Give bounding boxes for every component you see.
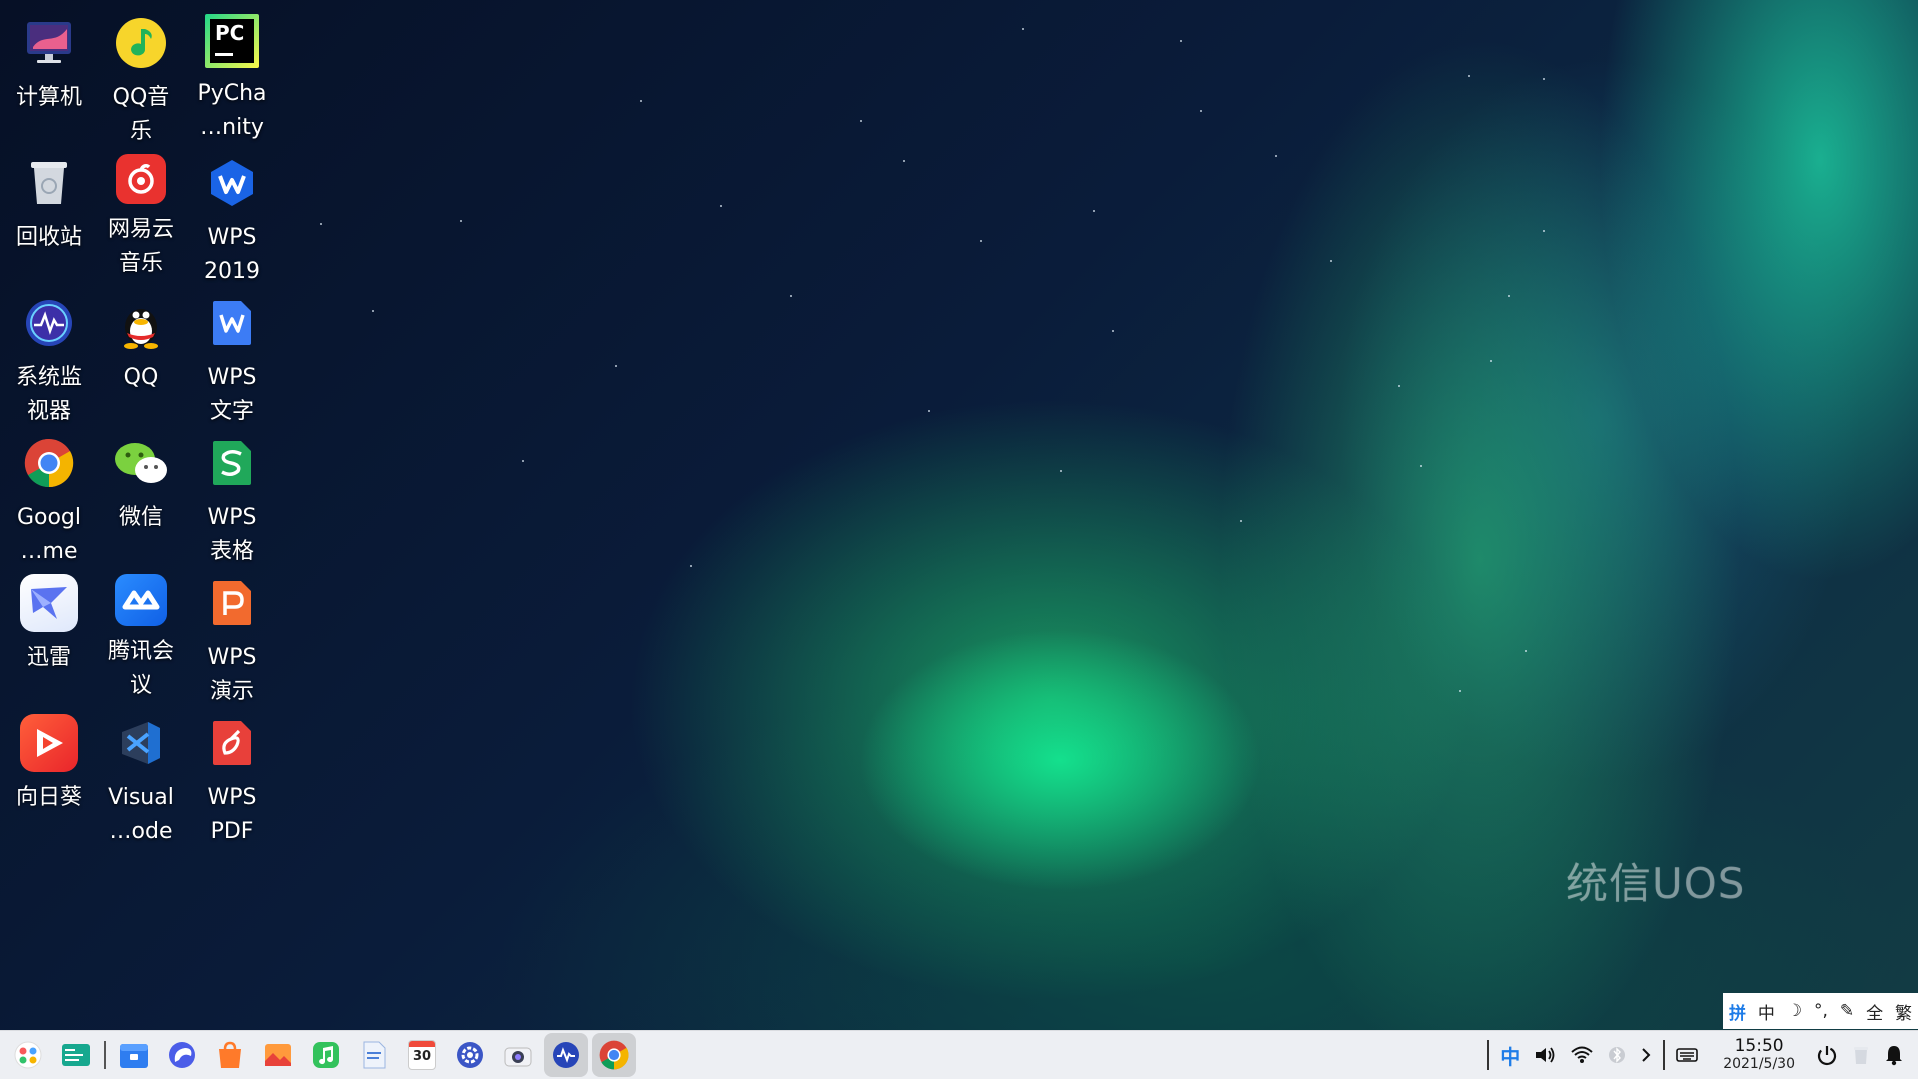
tencent-meeting-icon: [115, 574, 167, 626]
wps-presentation-icon: [203, 574, 261, 632]
desktop-icon-label: WPS 2019: [204, 225, 260, 284]
launcher-icon: [14, 1041, 42, 1069]
wifi-icon[interactable]: [1570, 1033, 1594, 1077]
taskbar: 30 中 15:50 2021/5/30: [0, 1030, 1918, 1079]
desktop-wallpaper: 计算机 回收站 系统监 视器 Googl …me 迅雷 向日葵 QQ音 乐 网易…: [0, 0, 1918, 1030]
browser-icon: [169, 1042, 195, 1068]
ime-indicator[interactable]: 中: [1500, 1033, 1520, 1077]
system-monitor-icon: [553, 1042, 579, 1068]
chrome-taskbar-button[interactable]: [592, 1033, 636, 1077]
clock[interactable]: 15:50 2021/5/30: [1723, 1037, 1795, 1073]
clock-time: 15:50: [1734, 1036, 1784, 1056]
ime-punctuation-icon[interactable]: °,: [1814, 1001, 1828, 1021]
wps-spreadsheet-icon: [203, 434, 261, 492]
wps-writer-icon: [203, 294, 261, 352]
desktop-icon-label: WPS 演示: [207, 645, 257, 704]
ime-fullwidth-icon[interactable]: 全: [1866, 999, 1883, 1024]
multitask-view-button[interactable]: [54, 1033, 98, 1077]
desktop-icon-pycharm[interactable]: PC PyCha …nity: [176, 14, 288, 145]
app-store-icon: [219, 1041, 241, 1068]
wps-icon: [203, 154, 261, 212]
notification-bell-icon[interactable]: [1884, 1033, 1904, 1077]
file-manager-icon: [120, 1044, 148, 1068]
qq-music-icon: [112, 14, 170, 72]
wechat-icon: [112, 434, 170, 492]
ime-pinyin-mode-icon[interactable]: 拼: [1729, 999, 1746, 1024]
desktop-icon-wps-spreadsheet[interactable]: WPS 表格: [176, 434, 288, 569]
pycharm-icon: PC: [205, 14, 259, 68]
system-monitor-icon: [20, 294, 78, 352]
thunder-icon: [20, 574, 78, 632]
trash-icon: [20, 154, 78, 212]
camera-icon: [504, 1047, 532, 1067]
ime-chinese-mode-icon[interactable]: 中: [1758, 999, 1775, 1024]
tray-separator: [1487, 1040, 1490, 1070]
tray-separator: [1663, 1040, 1666, 1070]
keyboard-icon[interactable]: [1676, 1033, 1699, 1077]
file-manager-button[interactable]: [112, 1033, 156, 1077]
control-center-icon: [457, 1042, 483, 1068]
desktop-icon-label: PyCha …nity: [197, 81, 267, 140]
desktop-icon-wps-pdf[interactable]: WPS PDF: [176, 714, 288, 849]
clock-date: 2021/5/30: [1723, 1056, 1795, 1072]
power-icon[interactable]: [1816, 1033, 1838, 1077]
desktop-icon-wps-presentation[interactable]: WPS 演示: [176, 574, 288, 709]
ime-traditional-icon[interactable]: 繁: [1895, 999, 1912, 1024]
qq-icon: [112, 294, 170, 352]
calendar-icon: 30: [408, 1040, 436, 1070]
system-monitor-button[interactable]: [544, 1033, 588, 1077]
volume-icon[interactable]: [1534, 1033, 1556, 1077]
desktop-icon-wps[interactable]: WPS 2019: [176, 154, 288, 289]
sunlogin-icon: [20, 714, 78, 772]
trash-tray-icon[interactable]: [1852, 1033, 1870, 1077]
computer-icon: [20, 14, 78, 72]
multitask-view-icon: [62, 1044, 90, 1066]
image-viewer-icon: [265, 1044, 291, 1066]
image-viewer-button[interactable]: [256, 1033, 300, 1077]
control-center-button[interactable]: [448, 1033, 492, 1077]
desktop-icon-label: WPS PDF: [207, 785, 257, 844]
ime-toolbar: 拼 中 ☽ °, ✎ 全 繁: [1723, 993, 1918, 1029]
document-viewer-button[interactable]: [352, 1033, 396, 1077]
os-watermark: 统信UOS: [1566, 859, 1746, 908]
chrome-icon: [20, 434, 78, 492]
music-button[interactable]: [304, 1033, 348, 1077]
desktop-icon-wps-writer[interactable]: WPS 文字: [176, 294, 288, 429]
ime-halfwidth-icon[interactable]: ☽: [1787, 1001, 1802, 1021]
document-viewer-icon: [363, 1041, 386, 1069]
ime-handwriting-icon[interactable]: ✎: [1840, 1001, 1854, 1021]
calendar-button[interactable]: 30: [400, 1033, 444, 1077]
camera-button[interactable]: [496, 1033, 540, 1077]
chrome-icon: [599, 1040, 629, 1070]
desktop-icon-label: WPS 文字: [207, 365, 257, 424]
tray-expand-chevron-icon[interactable]: [1640, 1033, 1652, 1077]
launcher-button[interactable]: [6, 1033, 50, 1077]
app-store-button[interactable]: [208, 1033, 252, 1077]
browser-button[interactable]: [160, 1033, 204, 1077]
netease-music-icon: [116, 154, 166, 204]
vscode-icon: [112, 714, 170, 772]
taskbar-separator: [104, 1041, 106, 1069]
desktop-icon-label: WPS 表格: [207, 505, 257, 564]
music-icon: [313, 1042, 339, 1068]
bluetooth-icon[interactable]: [1608, 1033, 1626, 1077]
wps-pdf-icon: [203, 714, 261, 772]
